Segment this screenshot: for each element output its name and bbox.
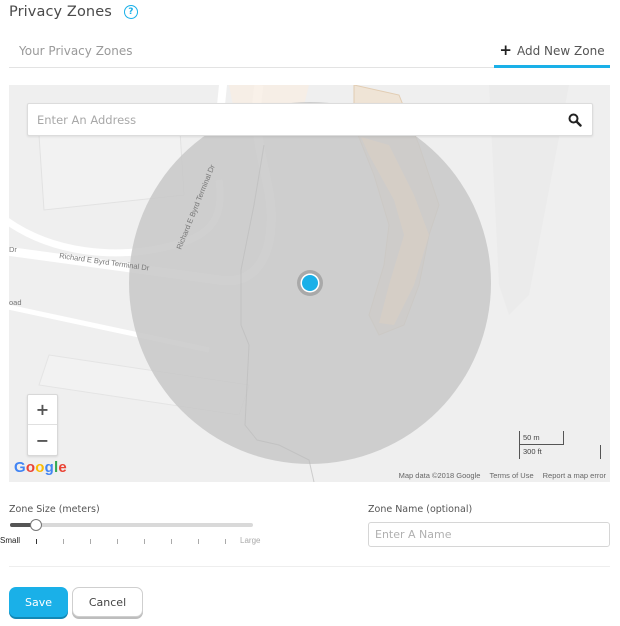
map-attribution: Map data ©2018 Google Terms of Use Repor… [399,471,606,480]
scale-metric: 50 m [519,431,564,445]
map-view[interactable]: Richard E Byrd Terminal Dr Richard E Byr… [9,85,610,482]
google-logo[interactable]: Google [14,459,67,476]
zoom-out-button[interactable]: − [28,425,57,455]
slider-tick [198,539,199,544]
slider-track[interactable] [10,523,253,527]
help-circle-icon[interactable]: ? [123,5,138,19]
zone-size-ticks: Small Large [0,536,300,550]
plus-icon: + [499,41,512,59]
map-tiles: Richard E Byrd Terminal Dr Richard E Byr… [9,85,610,482]
report-map-error-link[interactable]: Report a map error [543,471,606,480]
slider-thumb[interactable] [30,519,42,531]
map-zoom-control: + − [27,394,58,456]
location-marker[interactable] [302,275,318,291]
zone-name-label: Zone Name (optional) [368,504,473,515]
page-title: Privacy Zones [9,4,112,20]
zone-name-input[interactable] [368,522,610,547]
slider-tick [225,539,226,544]
scale-imperial: 300 ft [519,445,601,459]
title-row: Privacy Zones ? [9,1,138,23]
terms-of-use-link[interactable]: Terms of Use [489,471,533,480]
street-label-3: Dr [9,245,17,254]
slider-tick [171,539,172,544]
map-scale[interactable]: 50 m 300 ft [519,431,601,461]
cancel-button[interactable]: Cancel [72,587,143,617]
zone-tabs: Your Privacy Zones + Add New Zone [9,38,610,68]
address-search-input[interactable] [28,104,592,135]
slider-tick [63,539,64,544]
tab-add-new-zone-label: Add New Zone [516,43,605,58]
zone-size-label: Zone Size (meters) [9,504,100,515]
slider-tick [117,539,118,544]
slider-tick [144,539,145,544]
slider-tick [90,539,91,544]
map-data-credit: Map data ©2018 Google [398,471,481,480]
zoom-in-button[interactable]: + [28,395,57,425]
tab-your-privacy-zones[interactable]: Your Privacy Zones [19,44,133,58]
zone-size-slider[interactable] [10,519,253,531]
slider-min-label: Small [0,536,21,545]
slider-tick [36,539,37,544]
tab-add-new-zone[interactable]: + Add New Zone [494,38,610,68]
search-icon[interactable] [568,113,582,127]
street-label-4: oad [9,298,22,307]
save-button[interactable]: Save [9,587,68,617]
form-divider [9,566,610,567]
slider-max-label: Large [240,536,261,545]
address-search-box [27,103,593,136]
